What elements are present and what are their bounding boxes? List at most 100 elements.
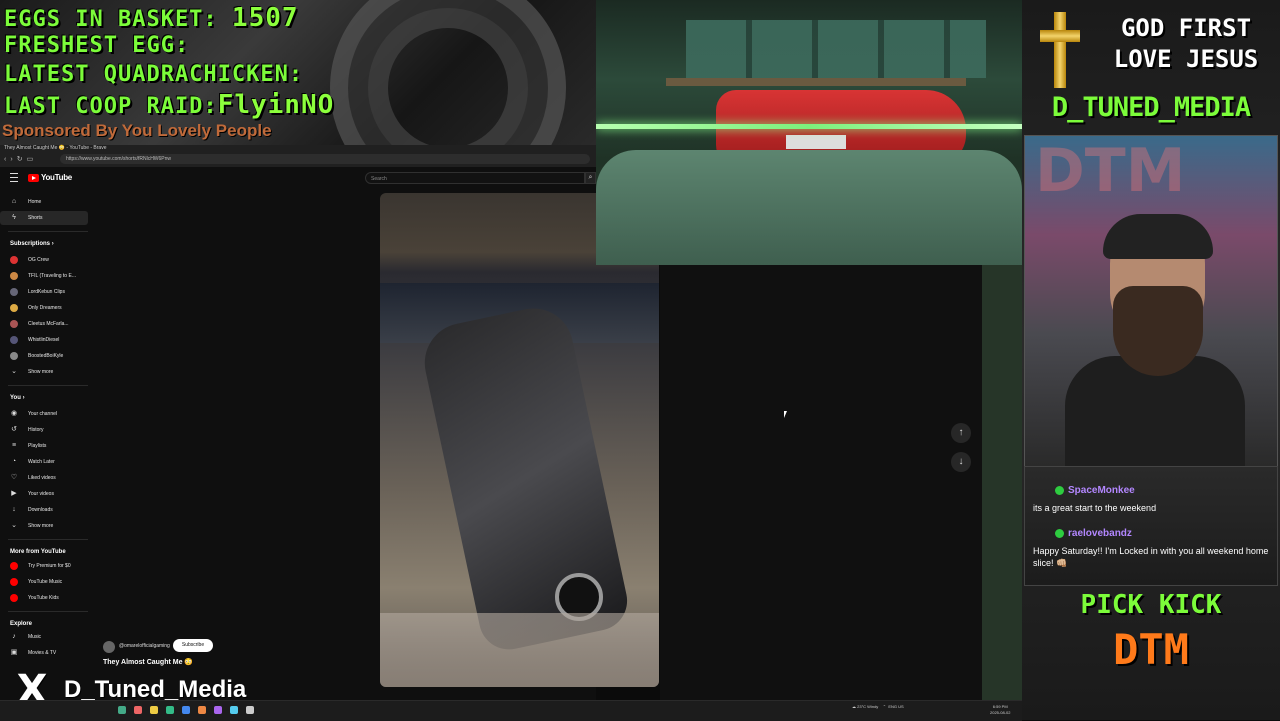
premium-icon [10, 562, 18, 570]
bookmark-icon[interactable]: ▭ [27, 156, 38, 163]
taskbar-app-icon[interactable] [118, 706, 126, 714]
sidebar-item-explore-music[interactable]: ♪ Music [0, 630, 88, 644]
sub-item[interactable]: TFIL (Traveling to E... [0, 269, 88, 283]
sidebar-item-kids[interactable]: YouTube Kids [0, 591, 88, 605]
subscribe-button[interactable]: Subscribe [173, 639, 213, 652]
subscriptions-heading[interactable]: Subscriptions › [10, 241, 54, 247]
sub-item[interactable]: OG Crew [0, 253, 88, 267]
sidebar-item-label: Your videos [28, 491, 54, 497]
youtube-logo[interactable]: YouTube [28, 173, 72, 182]
chat-box: SpaceMonkee its a great start to the wee… [1024, 466, 1278, 586]
youtube-sidebar: ⌂ Home ϟ Shorts Subscriptions › OG Crew TF… [0, 189, 92, 700]
chat-username: raelovebandz [1055, 528, 1132, 539]
sidebar-item-label: YouTube Kids [28, 595, 59, 601]
sidebar-item-shorts[interactable]: ϟ Shorts [0, 211, 88, 225]
taskbar-app-icon[interactable] [230, 706, 238, 714]
next-short-button[interactable]: ↓ [951, 452, 971, 472]
sidebar-item-watch-later[interactable]: ◔ Watch Later [0, 455, 88, 469]
taskbar-app-icon[interactable] [182, 706, 190, 714]
sub-label: TFIL (Traveling to E... [28, 273, 76, 279]
channel-icon: ◉ [10, 410, 18, 417]
heading-label: You [10, 395, 21, 401]
shelf [666, 78, 966, 86]
streamer-cap [1103, 214, 1213, 259]
sub-item[interactable]: BoostedBoiKyle [0, 349, 88, 363]
sidebar-item-premium[interactable]: Try Premium for $0 [0, 559, 88, 573]
taskbar-browser-icon[interactable] [198, 706, 206, 714]
avatar [10, 320, 18, 328]
sidebar-item-label: Try Premium for $0 [28, 563, 71, 569]
sidebar-item-movies-tv[interactable]: ▣ Movies & TV [0, 646, 88, 660]
chat-username: SpaceMonkee [1055, 485, 1135, 496]
taskbar-folder-icon[interactable] [150, 706, 158, 714]
bed [596, 150, 1022, 265]
kids-icon [10, 594, 18, 602]
sidebar-item-your-channel[interactable]: ◉ Your channel [0, 407, 88, 421]
search-input[interactable]: Search [365, 172, 585, 184]
pick-kick-text: PICK KICK [1080, 590, 1222, 620]
video-blur [380, 613, 659, 687]
brand-name: D_TUNED_MEDIA [1051, 92, 1251, 123]
previous-short-button[interactable]: ↑ [951, 423, 971, 443]
history-icon: ↺ [11, 426, 17, 433]
music-icon [10, 578, 18, 586]
taskbar-app-icon[interactable] [134, 706, 142, 714]
channel-name[interactable]: @omarelofficialgaming [119, 643, 170, 649]
avatar [10, 288, 18, 296]
thumbs-up-icon: ♡ [10, 474, 18, 481]
taskbar-app-icon[interactable] [246, 706, 254, 714]
sidebar-item-label: Liked videos [28, 475, 56, 481]
sub-item[interactable]: Cleetus McFarla... [0, 317, 88, 331]
reload-icon[interactable]: ↻ [17, 156, 27, 163]
chat-message: Happy Saturday!! I'm Locked in with you … [1033, 546, 1269, 568]
latest-quadrachicken: LATEST QUADRACHICKEN: [4, 62, 304, 87]
raid-name: FlyinNO [217, 90, 335, 120]
browser-tab[interactable]: They Almost Caught Me 😳 - YouTube - Brav… [4, 145, 106, 151]
short-video-player[interactable] [380, 193, 659, 687]
sub-label: BoostedBoiKyle [28, 353, 64, 359]
eggs-in-basket: EGGS IN BASKET: 1507 [4, 3, 299, 33]
channel-avatar[interactable] [103, 641, 115, 653]
sidebar-item-home[interactable]: ⌂ Home [0, 195, 88, 209]
sidebar-item-music[interactable]: YouTube Music [0, 575, 88, 589]
youtube-play-icon [28, 173, 39, 182]
short-title[interactable]: They Almost Caught Me 😳 [103, 658, 193, 666]
sidebar-item-downloads[interactable]: ↓ Downloads [0, 503, 88, 517]
cross-icon [1040, 12, 1080, 88]
show-more-subs[interactable]: ⌄ Show more [0, 365, 88, 379]
sub-item[interactable]: LordKebun Clips [0, 285, 88, 299]
stream-right-panel: GOD FIRST LOVE JESUS D_TUNED_MEDIA DTM S… [1022, 0, 1280, 720]
show-more-you[interactable]: ⌄ Show more [0, 519, 88, 533]
sidebar-item-label: YouTube Music [28, 579, 63, 585]
taskbar-app-icon[interactable] [166, 706, 174, 714]
sub-label: Only Dreamers [28, 305, 62, 311]
avatar [10, 256, 18, 264]
you-heading[interactable]: You › [10, 395, 25, 401]
shorts-empty-area: ↑ ↓ [660, 265, 1022, 700]
arrow-up-icon: ↑ [958, 427, 964, 438]
taskbar-app-icon[interactable] [214, 706, 222, 714]
clock[interactable]: 6:59 PM 2025-08-02 [990, 704, 1010, 716]
sub-label: LordKebun Clips [28, 289, 65, 295]
browser-chrome: They Almost Caught Me 😳 - YouTube - Brav… [0, 145, 596, 168]
sidebar-item-your-videos[interactable]: ▶ Your videos [0, 487, 88, 501]
film-icon: ▣ [10, 649, 18, 656]
sidebar-item-liked-videos[interactable]: ♡ Liked videos [0, 471, 88, 485]
sub-label: OG Crew [28, 257, 49, 263]
sidebar-item-history[interactable]: ↺ History [0, 423, 88, 437]
system-tray[interactable]: ☁ 23°C Windy ⌃ ENG US [852, 704, 904, 709]
god-first-text: GOD FIRST [1120, 14, 1252, 42]
sub-item[interactable]: WhistlinDiesel [0, 333, 88, 347]
sidebar-item-label: History [28, 427, 44, 433]
youtube-app: YouTube Search ⌕ ⌂ Home ϟ Shorts Subscript… [0, 167, 680, 700]
love-jesus-text: LOVE JESUS [1113, 45, 1259, 73]
hamburger-menu-icon[interactable] [10, 173, 18, 182]
show-more-label: Show more [28, 369, 54, 375]
youtube-header: YouTube Search ⌕ [0, 167, 596, 189]
freshest-egg: FRESHEST EGG: [4, 33, 190, 58]
sub-item[interactable]: Only Dreamers [0, 301, 88, 315]
search-icon[interactable]: ⌕ [585, 172, 596, 184]
sidebar-item-playlists[interactable]: ≡ Playlists [0, 439, 88, 453]
language-indicator: ENG US [888, 704, 904, 709]
url-bar[interactable]: https://www.youtube.com/shorts/fRNlcHW6P… [60, 154, 590, 164]
